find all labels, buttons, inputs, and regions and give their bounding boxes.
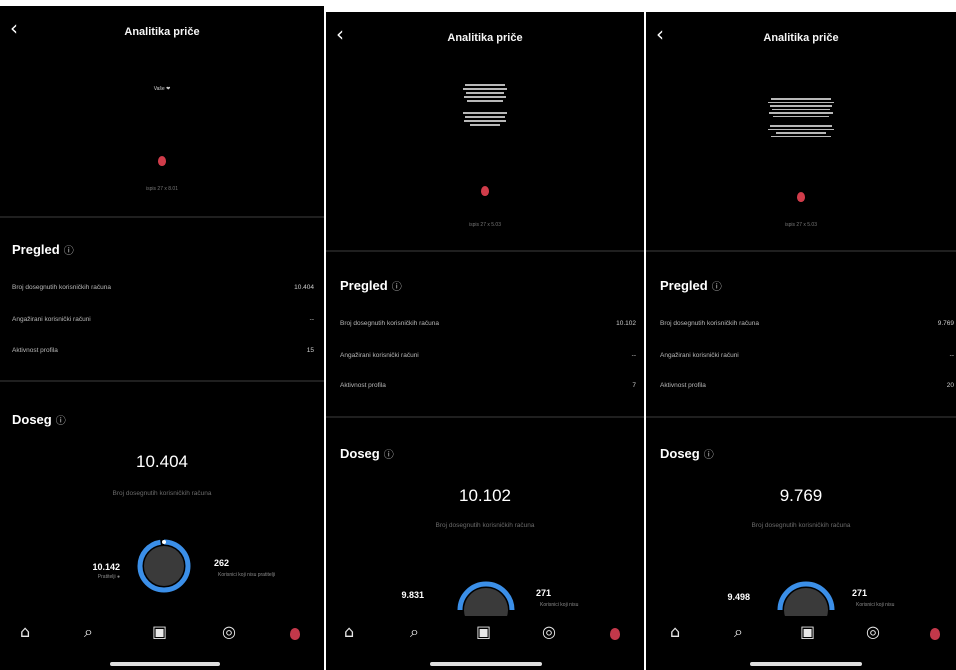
overview-row: Broj dosegnutih korisničkih računa 10.404: [12, 284, 314, 291]
overview-heading: Pregled ⓘ: [340, 278, 402, 293]
search-icon[interactable]: ⌕: [410, 624, 419, 640]
profile-avatar-icon[interactable]: [930, 628, 940, 640]
reach-total: 9.769: [779, 486, 823, 505]
overview-row: Broj dosegnutih korisničkih računa 9.769: [660, 320, 954, 327]
top-bar: ‹ Analitika priče: [646, 12, 956, 52]
reels-icon[interactable]: ▣: [800, 624, 815, 640]
overview-heading: Pregled ⓘ: [12, 242, 74, 257]
divider: [646, 250, 956, 252]
story-analytics-screen-1: ‹ Analitika priče Vaše ❤ ispis 27 x 8.01…: [0, 6, 324, 670]
info-icon[interactable]: ⓘ: [384, 450, 394, 461]
info-icon[interactable]: ⓘ: [704, 450, 714, 461]
top-bar: ‹ Analitika priče: [0, 6, 324, 46]
ring-marker: [162, 540, 166, 544]
info-icon[interactable]: ⓘ: [64, 246, 74, 257]
non-followers-value: 271: [536, 588, 552, 598]
shop-icon[interactable]: ◎: [542, 624, 556, 640]
divider: [0, 380, 324, 382]
reach-donut-chart: [777, 581, 835, 618]
story-sticker-icon: [158, 156, 166, 166]
page-title: Analitika priče: [447, 32, 523, 44]
info-icon[interactable]: ⓘ: [392, 282, 402, 293]
divider: [0, 216, 324, 218]
profile-avatar-icon[interactable]: [290, 628, 300, 640]
story-text-block: [462, 82, 508, 128]
overview-row: Aktivnost profila 7: [340, 382, 636, 389]
reach-donut-chart: [137, 539, 191, 593]
reach-total: 10.102: [459, 486, 511, 505]
story-date: ispis 27 x 5.03: [785, 222, 817, 228]
reels-icon[interactable]: ▣: [152, 624, 167, 640]
followers-label: Pratitelji ●: [97, 574, 120, 580]
page-title: Analitika priče: [763, 32, 839, 44]
overview-heading: Pregled ⓘ: [660, 278, 722, 293]
story-sticker-icon: [481, 186, 489, 196]
non-followers-label: Korisnici koji nisu pratitelji: [218, 572, 275, 578]
story-analytics-screen-3: ‹ Analitika priče ispis 27 x 5.03 Pregle…: [646, 12, 956, 670]
profile-avatar-icon[interactable]: [610, 628, 620, 640]
home-icon[interactable]: ⌂: [344, 624, 354, 640]
home-icon[interactable]: ⌂: [20, 624, 30, 640]
non-followers-label: Korisnici koji nisu: [540, 602, 579, 608]
reach-heading: Doseg ⓘ: [660, 446, 714, 461]
bottom-nav: ⌂ ⌕ ▣ ◎: [646, 616, 956, 656]
followers-value: 9.831: [401, 590, 424, 600]
story-analytics-screen-2: ‹ Analitika priče ispis 27 x 5.03 Pregle…: [326, 12, 644, 670]
overview-row: Angažirani korisnički računi --: [12, 316, 314, 323]
home-indicator: [750, 662, 862, 666]
story-preview[interactable]: Vaše ❤ ispis 27 x 8.01: [0, 86, 324, 216]
story-preview[interactable]: ispis 27 x 5.03: [646, 96, 956, 246]
overview-row: Broj dosegnutih korisničkih računa 10.102: [340, 320, 636, 327]
story-date: ispis 27 x 8.01: [146, 186, 178, 192]
story-date: ispis 27 x 5.03: [469, 222, 501, 228]
non-followers-value: 271: [852, 588, 868, 598]
reach-donut-chart: [457, 581, 515, 618]
divider: [326, 250, 644, 252]
overview-row: Angažirani korisnički računi --: [660, 352, 954, 359]
story-preview[interactable]: ispis 27 x 5.03: [326, 82, 644, 242]
reach-heading: Doseg ⓘ: [12, 412, 66, 427]
shop-icon[interactable]: ◎: [866, 624, 880, 640]
search-icon[interactable]: ⌕: [84, 624, 93, 640]
followers-value: 10.142: [92, 562, 120, 572]
donut-center: [784, 588, 828, 618]
info-icon[interactable]: ⓘ: [56, 416, 66, 427]
home-indicator: [430, 662, 542, 666]
story-text-block: [766, 96, 836, 139]
overview-row: Aktivnost profila 20: [660, 382, 954, 389]
followers-value: 9.498: [727, 592, 750, 602]
page-title: Analitika priče: [124, 26, 200, 38]
reach-subtitle: Broj dosegnutih korisničkih računa: [112, 490, 212, 497]
story-caption: Vaše ❤: [153, 86, 171, 92]
story-sticker-icon: [797, 192, 805, 202]
top-bar: ‹ Analitika priče: [326, 12, 644, 52]
donut-center: [144, 546, 184, 586]
reach-total: 10.404: [136, 452, 188, 471]
divider: [326, 416, 644, 418]
info-icon[interactable]: ⓘ: [712, 282, 722, 293]
home-icon[interactable]: ⌂: [670, 624, 680, 640]
reels-icon[interactable]: ▣: [476, 624, 491, 640]
bottom-nav: ⌂ ⌕ ▣ ◎: [326, 616, 644, 656]
reach-subtitle: Broj dosegnutih korisničkih računa: [435, 522, 535, 529]
home-indicator: [110, 662, 220, 666]
search-icon[interactable]: ⌕: [734, 624, 743, 640]
shop-icon[interactable]: ◎: [222, 624, 236, 640]
overview-row: Angažirani korisnički računi --: [340, 352, 636, 359]
reach-heading: Doseg ⓘ: [340, 446, 394, 461]
donut-center: [464, 588, 508, 618]
divider: [646, 416, 956, 418]
non-followers-label: Korisnici koji nisu: [856, 602, 895, 608]
bottom-nav: ⌂ ⌕ ▣ ◎: [0, 616, 324, 656]
reach-subtitle: Broj dosegnutih korisničkih računa: [751, 522, 851, 529]
non-followers-value: 262: [214, 558, 230, 568]
overview-row: Aktivnost profila 15: [12, 347, 314, 354]
